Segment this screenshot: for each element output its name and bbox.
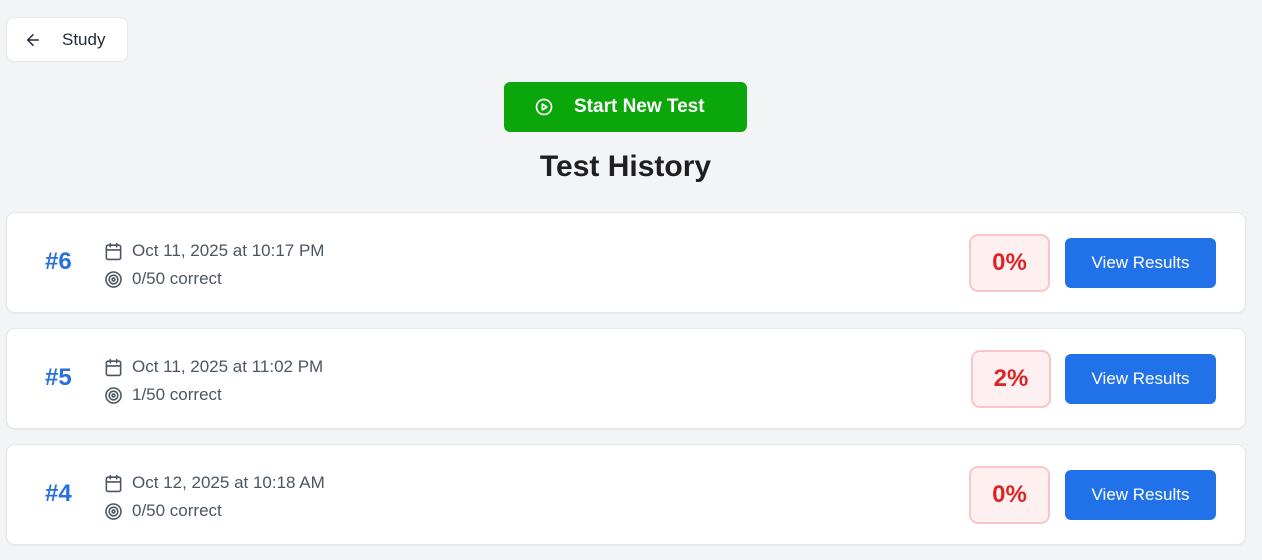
test-correct-row: 0/50 correct [103, 265, 324, 293]
test-correct-row: 0/50 correct [103, 497, 325, 525]
test-history-card: #6 Oct 11, 2025 at 10:17 PM 0/50 correct… [6, 212, 1246, 313]
back-button[interactable]: Study [6, 17, 128, 62]
calendar-icon [103, 357, 123, 377]
score-badge: 0% [969, 234, 1050, 292]
test-number: #5 [45, 364, 72, 391]
calendar-icon [103, 241, 123, 261]
test-date: Oct 12, 2025 at 10:18 AM [132, 473, 325, 492]
target-icon [103, 501, 123, 521]
start-new-test-button[interactable]: Start New Test [504, 82, 747, 132]
test-history-list: #6 Oct 11, 2025 at 10:17 PM 0/50 correct… [6, 212, 1246, 560]
test-date-row: Oct 12, 2025 at 10:18 AM [103, 469, 325, 497]
test-correct-row: 1/50 correct [103, 381, 323, 409]
view-results-button[interactable]: View Results [1065, 238, 1216, 288]
calendar-icon [103, 473, 123, 493]
test-meta: Oct 11, 2025 at 10:17 PM 0/50 correct [103, 237, 324, 293]
test-correct-count: 1/50 correct [132, 385, 222, 404]
page-title: Test History [539, 150, 712, 183]
score-badge: 2% [971, 350, 1051, 408]
target-icon [103, 269, 123, 289]
test-meta: Oct 11, 2025 at 11:02 PM 1/50 correct [103, 353, 323, 409]
test-correct-count: 0/50 correct [132, 269, 222, 288]
target-icon [103, 385, 123, 405]
play-circle-icon [534, 97, 554, 117]
test-number: #6 [45, 248, 72, 275]
test-date-row: Oct 11, 2025 at 10:17 PM [103, 237, 324, 265]
test-history-card: #4 Oct 12, 2025 at 10:18 AM 0/50 correct… [6, 444, 1246, 545]
test-history-card: #5 Oct 11, 2025 at 11:02 PM 1/50 correct… [6, 328, 1246, 429]
test-date-row: Oct 11, 2025 at 11:02 PM [103, 353, 323, 381]
test-date: Oct 11, 2025 at 11:02 PM [132, 357, 324, 376]
start-new-test-label: Start New Test [574, 96, 705, 117]
test-correct-count: 0/50 correct [132, 501, 222, 520]
score-badge: 0% [969, 466, 1050, 524]
back-button-label: Study [62, 29, 106, 49]
test-meta: Oct 12, 2025 at 10:18 AM 0/50 correct [103, 469, 325, 525]
arrow-left-icon [23, 30, 43, 50]
test-number: #4 [45, 480, 72, 507]
test-date: Oct 11, 2025 at 10:17 PM [132, 241, 325, 260]
view-results-button[interactable]: View Results [1065, 470, 1216, 520]
view-results-button[interactable]: View Results [1065, 354, 1216, 404]
